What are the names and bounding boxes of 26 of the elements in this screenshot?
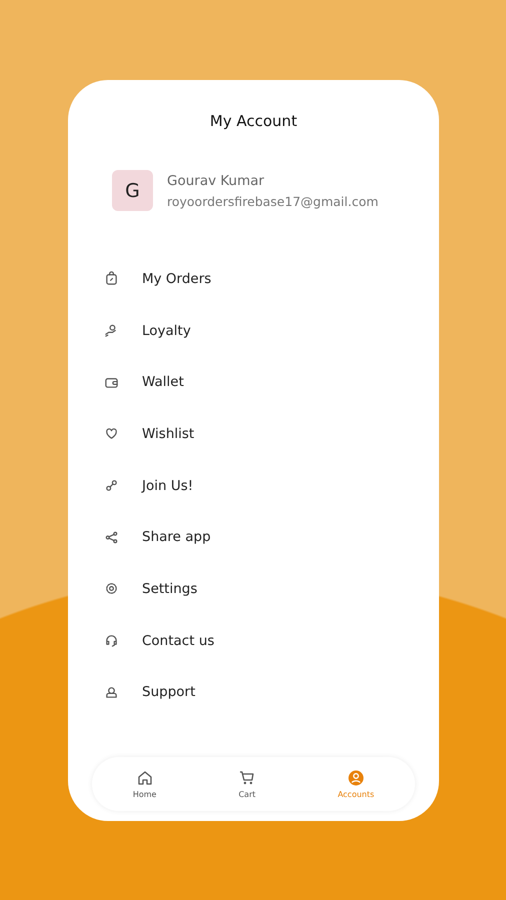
- headset-icon: [104, 633, 119, 648]
- menu-item[interactable]: Wallet: [92, 356, 415, 408]
- hand-coin-icon: [104, 323, 119, 338]
- home-icon: [136, 769, 154, 787]
- user-email: royoordersfirebase17@gmail.com: [167, 194, 378, 208]
- heart-icon: [104, 426, 119, 442]
- bag-icon: [104, 271, 119, 286]
- menu-item[interactable]: Settings: [92, 563, 415, 615]
- menu-item[interactable]: My Orders: [92, 253, 415, 305]
- page-title: My Account: [208, 111, 298, 132]
- nav-tab[interactable]: Cart: [232, 767, 262, 801]
- menu-item[interactable]: Support: [92, 666, 415, 718]
- menu-item[interactable]: Join Us!: [92, 460, 415, 512]
- menu-item[interactable]: Contact us: [92, 614, 415, 666]
- settings-icon: [104, 581, 119, 596]
- account-icon: [346, 769, 365, 787]
- cart-icon: [238, 769, 256, 787]
- avatar: G: [112, 170, 153, 211]
- share-icon: [104, 530, 119, 545]
- user-name: Gourav Kumar: [167, 172, 266, 188]
- nav-tab[interactable]: Home: [126, 767, 162, 801]
- menu-item[interactable]: Share app: [92, 511, 415, 564]
- menu-item[interactable]: Loyalty: [92, 304, 415, 356]
- link-icon: [104, 478, 119, 494]
- menu-item[interactable]: Wishlist: [92, 408, 415, 460]
- support-icon: [104, 684, 119, 700]
